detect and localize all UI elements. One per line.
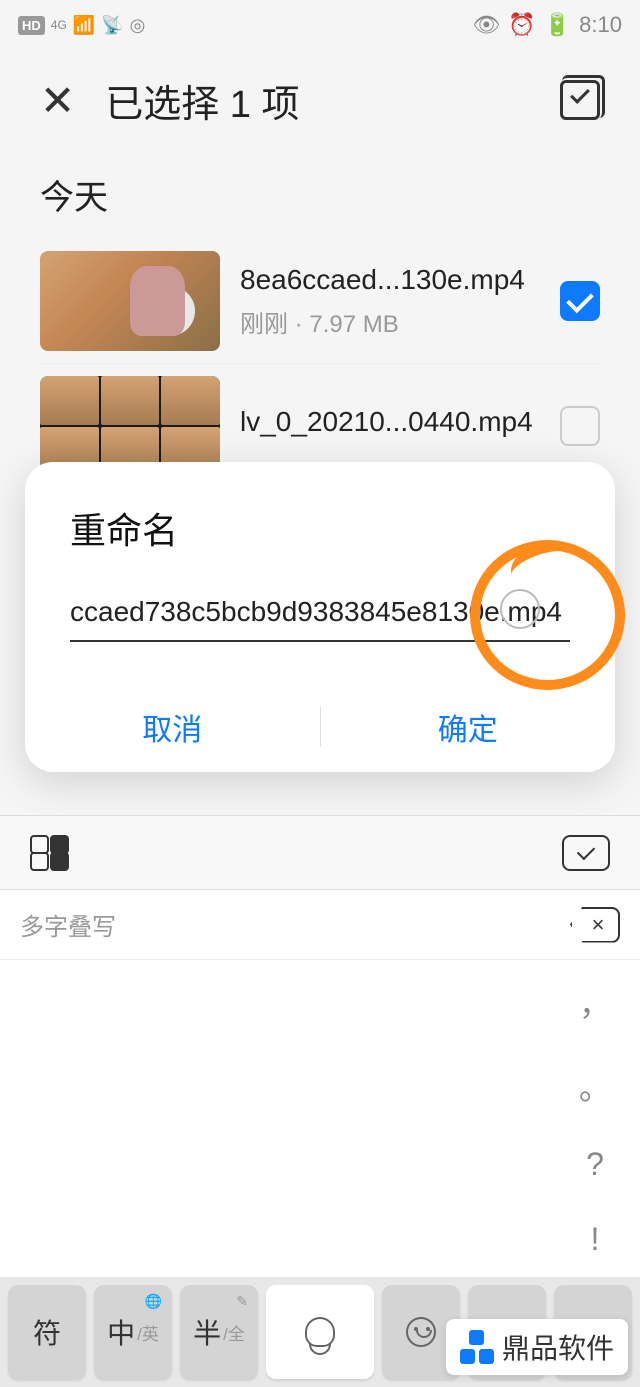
rename-input[interactable] [70, 584, 570, 642]
watermark: 鼎品软件 [446, 1319, 628, 1375]
text-cursor-handle[interactable] [500, 589, 540, 629]
battery-icon: 🔋 [544, 12, 571, 38]
mic-icon [305, 1317, 335, 1347]
network-type: 4G [51, 18, 67, 32]
nfc-icon: ◎ [130, 15, 146, 36]
file-name: 8ea6ccaed...130e.mp4 [240, 264, 540, 296]
punct-key[interactable]: 。 [579, 1063, 611, 1109]
alarm-icon: ⏰ [508, 12, 535, 38]
confirm-button[interactable]: 确定 [321, 682, 616, 772]
keyboard-collapse-icon[interactable] [562, 835, 610, 871]
punct-key[interactable]: ! [591, 1221, 600, 1258]
video-thumbnail [40, 251, 220, 351]
video-thumbnail [40, 376, 220, 476]
watermark-logo-icon [460, 1330, 494, 1364]
file-checkbox[interactable] [560, 281, 600, 321]
cancel-button[interactable]: 取消 [25, 682, 320, 772]
punct-key[interactable]: ? [586, 1146, 604, 1183]
file-meta: 刚刚 · 7.97 MB [240, 304, 540, 339]
status-bar: HD 4G 📶 📡 ◎ 👁 ⏰ 🔋 8:10 [0, 0, 640, 50]
clock: 8:10 [579, 12, 622, 38]
language-key[interactable]: 🌐中/英 [94, 1285, 172, 1379]
eye-icon: 👁 [472, 12, 500, 38]
section-today: 今天 [0, 150, 640, 239]
signal-icon: 📶 [73, 15, 95, 36]
file-name: lv_0_20210...0440.mp4 [240, 406, 540, 438]
page-title: 已选择 1 项 [105, 73, 530, 128]
keyboard-toolbar [0, 815, 640, 890]
file-list: 8ea6ccaed...130e.mp4 刚刚 · 7.97 MB lv_0_2… [0, 239, 640, 488]
punct-key[interactable]: ， [579, 979, 611, 1025]
halfwidth-key[interactable]: ✎半/全 [180, 1285, 258, 1379]
wifi-icon: 📡 [101, 15, 123, 36]
handwriting-mode-label: 多字叠写 [20, 907, 116, 942]
select-all-button[interactable] [560, 80, 600, 120]
selection-header: ✕ 已选择 1 项 [0, 50, 640, 150]
backspace-key[interactable] [570, 907, 620, 943]
file-checkbox[interactable] [560, 406, 600, 446]
symbol-key[interactable]: 符 [8, 1285, 86, 1379]
dialog-title: 重命名 [25, 502, 615, 584]
keyboard-area: 多字叠写 ， 。 ? ! 符 🌐中/英 ✎半/全 123 换行 [0, 890, 640, 1387]
hd-badge: HD [18, 16, 45, 35]
punctuation-column: ， 。 ? ! [550, 960, 640, 1277]
rename-dialog: 重命名 取消 确定 [25, 462, 615, 772]
close-icon[interactable]: ✕ [40, 76, 75, 125]
keyboard-menu-icon[interactable] [30, 835, 66, 871]
space-key[interactable] [266, 1285, 374, 1379]
emoji-icon [406, 1317, 436, 1347]
watermark-text: 鼎品软件 [502, 1327, 614, 1367]
file-item[interactable]: 8ea6ccaed...130e.mp4 刚刚 · 7.97 MB [40, 239, 600, 364]
